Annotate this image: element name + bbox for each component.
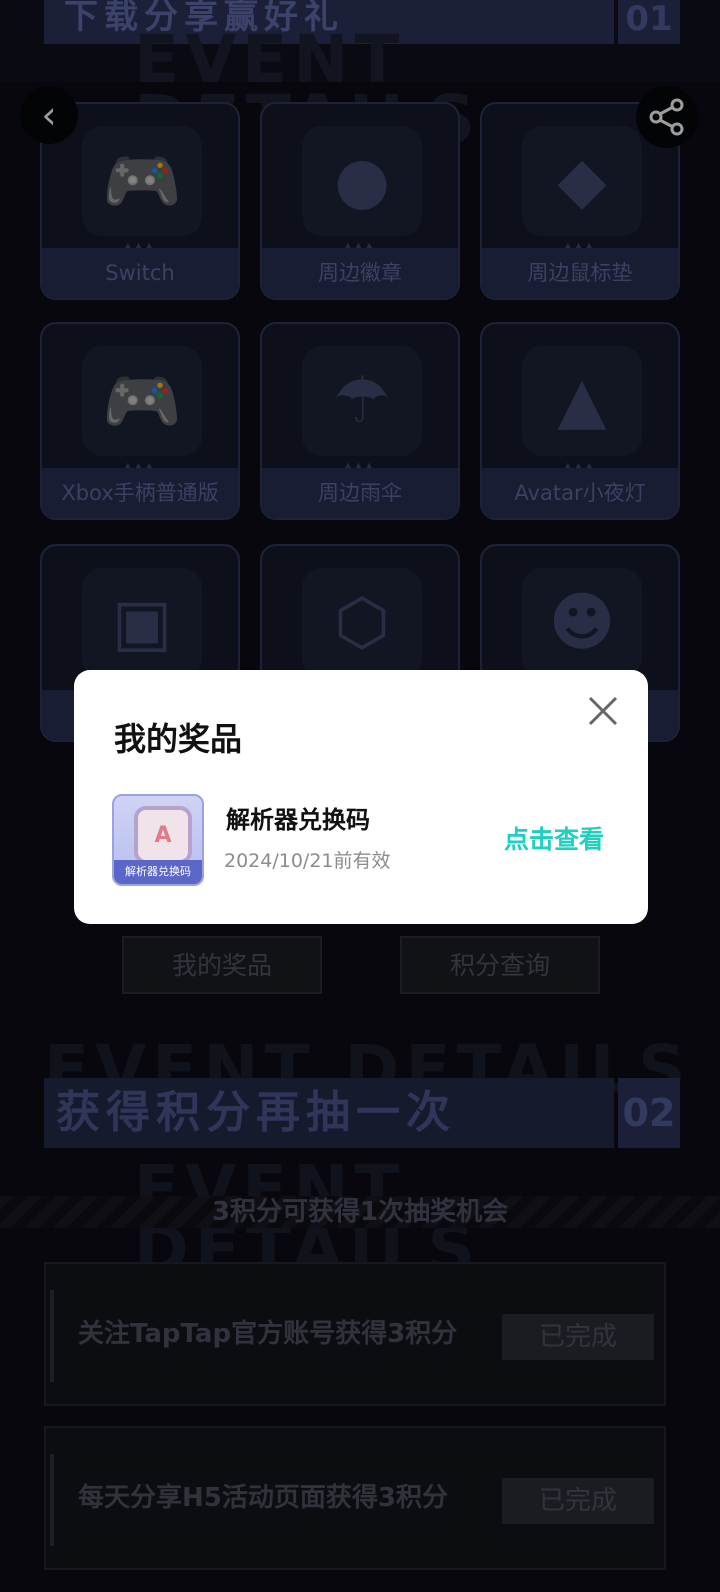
close-button[interactable]	[584, 692, 622, 730]
emblem-icon: A	[134, 806, 192, 864]
view-prize-link[interactable]: 点击查看	[504, 820, 604, 856]
close-icon	[588, 696, 618, 726]
my-prizes-modal: 我的奖品 A 解析器兑换码 解析器兑换码 2024/10/21前有效 点击查看	[74, 670, 648, 924]
prize-thumb-tag: 解析器兑换码	[114, 860, 202, 884]
modal-title: 我的奖品	[114, 720, 243, 758]
prize-validity: 2024/10/21前有效	[224, 850, 391, 872]
prize-thumbnail: A 解析器兑换码	[112, 794, 204, 886]
prize-name: 解析器兑换码	[226, 805, 370, 834]
